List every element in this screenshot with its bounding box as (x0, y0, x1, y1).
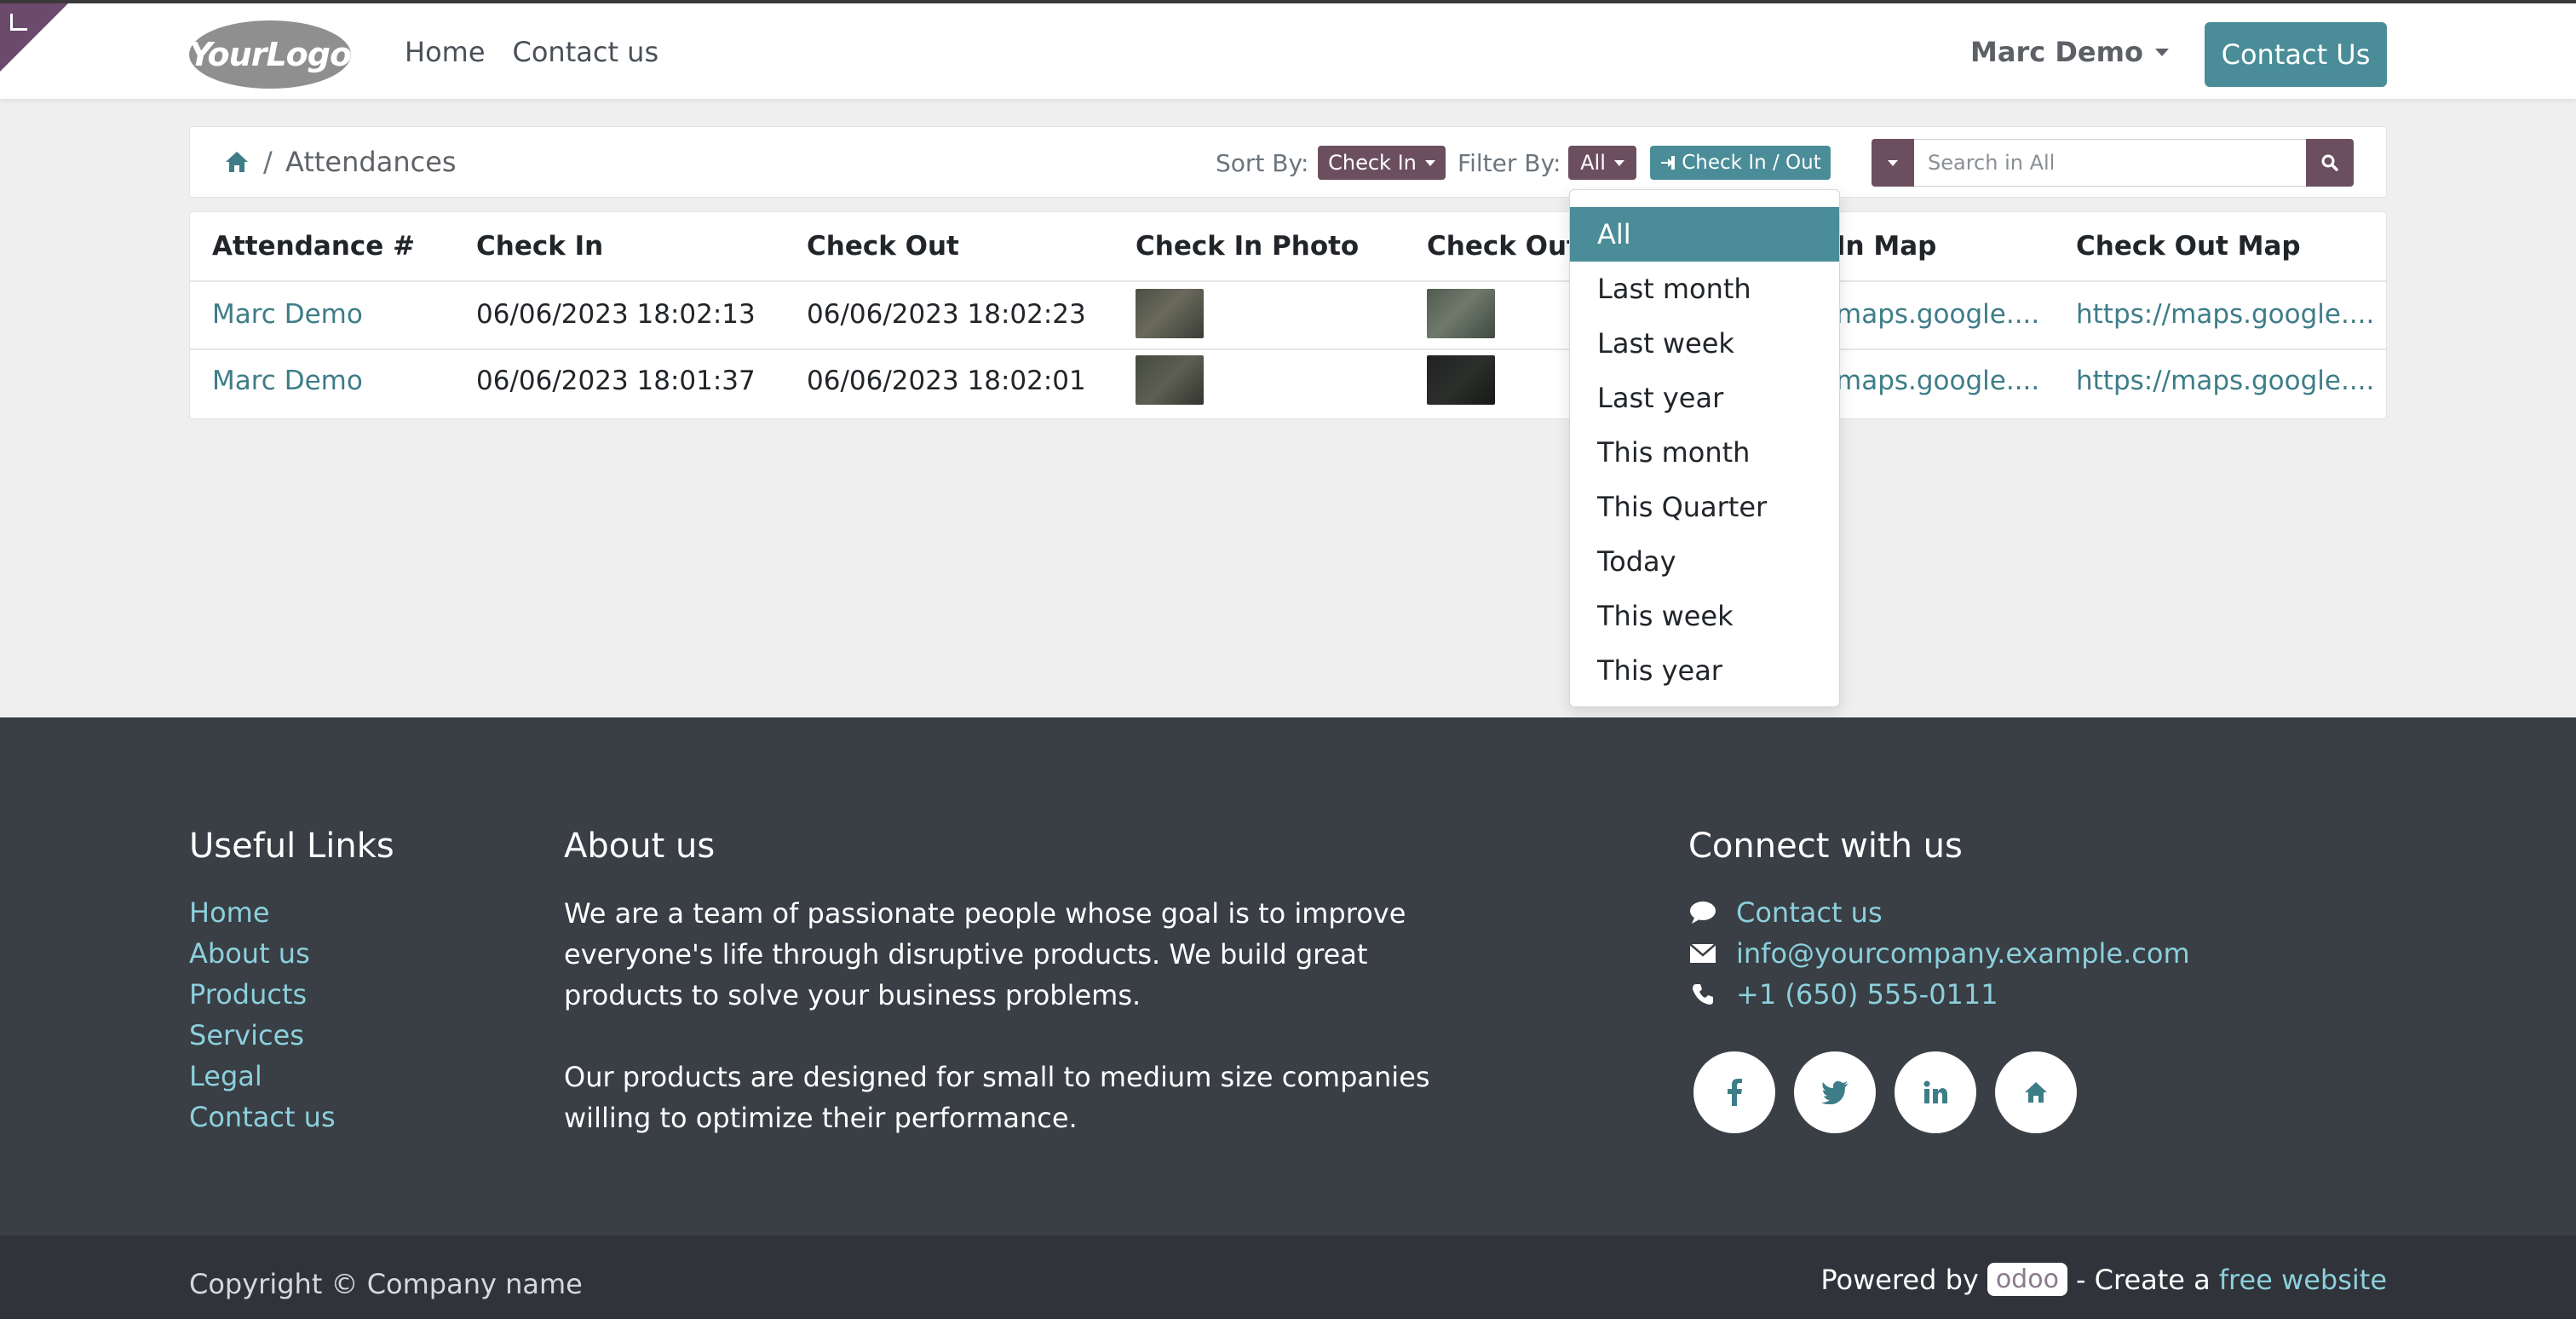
site-footer: Useful Links Home About us Products Serv… (0, 717, 2576, 1235)
powered-by: Powered by odoo - Create a free website (1820, 1263, 2387, 1296)
column-header-check-in-photo[interactable]: Check In Photo (1136, 231, 1359, 262)
contact-us-button[interactable]: Contact Us (2205, 22, 2387, 87)
column-header-check-out-map[interactable]: Check Out Map (2076, 231, 2301, 262)
header-divider (190, 280, 2388, 282)
create-text: - Create a (2075, 1263, 2211, 1296)
contact-row: info@yourcompany.example.com (1688, 937, 2190, 970)
column-header-check-out[interactable]: Check Out (807, 231, 959, 262)
free-website-link[interactable]: free website (2219, 1264, 2387, 1296)
check-in-value: 06/06/2023 18:01:37 (476, 366, 756, 396)
chevron-down-icon (1424, 159, 1435, 166)
contact-list: Contact us info@yourcompany.example.com … (1688, 896, 2190, 1011)
breadcrumb-current: Attendances (285, 146, 457, 178)
check-out-photo[interactable] (1427, 289, 1495, 338)
check-out-photo[interactable] (1427, 355, 1495, 405)
check-in-map-link[interactable]: maps.google.... (1836, 366, 2039, 396)
user-menu[interactable]: Marc Demo (1970, 36, 2169, 68)
check-in-photo[interactable] (1136, 289, 1204, 338)
portal-control-bar: / Attendances Sort By: Check In Filter B… (189, 126, 2387, 198)
check-in-out-button[interactable]: Check In / Out (1650, 146, 1831, 180)
check-in-out-label: Check In / Out (1682, 152, 1821, 174)
footer-phone-link[interactable]: +1 (650) 555-0111 (1736, 978, 1998, 1011)
company-logo[interactable]: YourLogo (189, 20, 352, 89)
nav-link-contact[interactable]: Contact us (513, 36, 659, 68)
top-navbar: YourLogo Home Contact us Marc Demo Conta… (0, 0, 2576, 99)
filter-dropdown[interactable]: All (1568, 146, 1636, 180)
filter-value: All (1580, 151, 1606, 175)
attendance-name-link[interactable]: Marc Demo (212, 299, 363, 330)
footer-link-contact[interactable]: Contact us (189, 1101, 336, 1133)
connect-heading: Connect with us (1688, 827, 1963, 866)
check-in-value: 06/06/2023 18:02:13 (476, 299, 756, 330)
footer-email-link[interactable]: info@yourcompany.example.com (1736, 937, 2190, 970)
home-icon[interactable] (224, 149, 250, 175)
search-scope-toggle[interactable] (1872, 139, 1914, 187)
odoo-logo[interactable]: odoo (1987, 1263, 2067, 1296)
user-name: Marc Demo (1970, 36, 2143, 68)
check-out-map-link[interactable]: https://maps.google.... (2076, 366, 2374, 396)
filter-label: Filter By: (1458, 149, 1561, 177)
about-heading: About us (564, 827, 716, 866)
social-links (1693, 1051, 2077, 1133)
attendance-table: Attendance # Check In Check Out Check In… (189, 211, 2388, 419)
chevron-down-icon (1613, 159, 1624, 166)
footer-link-products[interactable]: Products (189, 978, 336, 1011)
linkedin-icon[interactable] (1895, 1051, 1976, 1133)
filter-option-this-quarter[interactable]: This Quarter (1570, 480, 1839, 534)
filter-option-last-month[interactable]: Last month (1570, 262, 1839, 316)
chat-bubble-icon (1688, 898, 1717, 927)
chevron-down-icon (2154, 48, 2169, 56)
sort-label: Sort By: (1216, 149, 1309, 177)
sort-value: Check In (1328, 151, 1417, 175)
twitter-icon[interactable] (1794, 1051, 1876, 1133)
breadcrumb-separator: / (263, 146, 273, 178)
check-in-map-link[interactable]: maps.google.... (1836, 299, 2039, 330)
footer-link-about[interactable]: About us (189, 937, 336, 970)
filter-dropdown-menu: All Last month Last week Last year This … (1569, 189, 1840, 707)
copyright-text: Copyright © Company name (189, 1268, 583, 1300)
footer-link-legal[interactable]: Legal (189, 1060, 336, 1092)
filter-option-this-week[interactable]: This week (1570, 589, 1839, 643)
phone-icon (1688, 980, 1717, 1009)
footer-link-services[interactable]: Services (189, 1019, 336, 1051)
column-header-check-out-photo[interactable]: Check Out (1427, 231, 1579, 262)
envelope-icon (1688, 939, 1717, 968)
useful-links-list: Home About us Products Services Legal Co… (189, 896, 336, 1133)
about-paragraph: We are a team of passionate people whose… (564, 897, 1406, 1011)
sign-in-icon (1661, 156, 1676, 170)
corner-edit-icon[interactable] (10, 14, 27, 31)
footer-link-home[interactable]: Home (189, 896, 336, 929)
column-header-check-in[interactable]: Check In (476, 231, 603, 262)
column-header-check-in-map[interactable]: In Map (1836, 231, 1936, 262)
facebook-icon[interactable] (1693, 1051, 1775, 1133)
check-in-photo[interactable] (1136, 355, 1204, 405)
chevron-down-icon (1888, 159, 1898, 166)
filter-option-all[interactable]: All (1570, 207, 1839, 262)
contact-row: Contact us (1688, 896, 2190, 929)
sort-dropdown[interactable]: Check In (1318, 146, 1446, 180)
about-paragraph-2: Our products are designed for small to m… (564, 1061, 1430, 1134)
check-out-map-link[interactable]: https://maps.google.... (2076, 299, 2374, 330)
copyright-bar: Copyright © Company name Powered by odoo… (0, 1235, 2576, 1319)
check-out-value: 06/06/2023 18:02:01 (807, 366, 1086, 396)
contact-row: +1 (650) 555-0111 (1688, 978, 2190, 1011)
footer-contact-link[interactable]: Contact us (1736, 896, 1883, 929)
search-button[interactable] (2306, 139, 2354, 187)
check-out-value: 06/06/2023 18:02:23 (807, 299, 1086, 330)
filter-option-today[interactable]: Today (1570, 534, 1839, 589)
nav-link-home[interactable]: Home (405, 36, 486, 68)
filter-option-this-year[interactable]: This year (1570, 643, 1839, 698)
main-nav: Home Contact us (405, 36, 658, 68)
search-icon (2321, 154, 2338, 171)
useful-links-heading: Useful Links (189, 827, 394, 866)
powered-by-label: Powered by (1820, 1263, 1979, 1296)
filter-option-last-week[interactable]: Last week (1570, 316, 1839, 371)
attendance-name-link[interactable]: Marc Demo (212, 366, 363, 396)
filter-option-last-year[interactable]: Last year (1570, 371, 1839, 425)
column-header-attendance[interactable]: Attendance # (212, 231, 415, 262)
filter-option-this-month[interactable]: This month (1570, 425, 1839, 480)
home-icon[interactable] (1995, 1051, 2077, 1133)
row-divider (190, 348, 2388, 350)
search-input[interactable] (1914, 139, 2306, 187)
